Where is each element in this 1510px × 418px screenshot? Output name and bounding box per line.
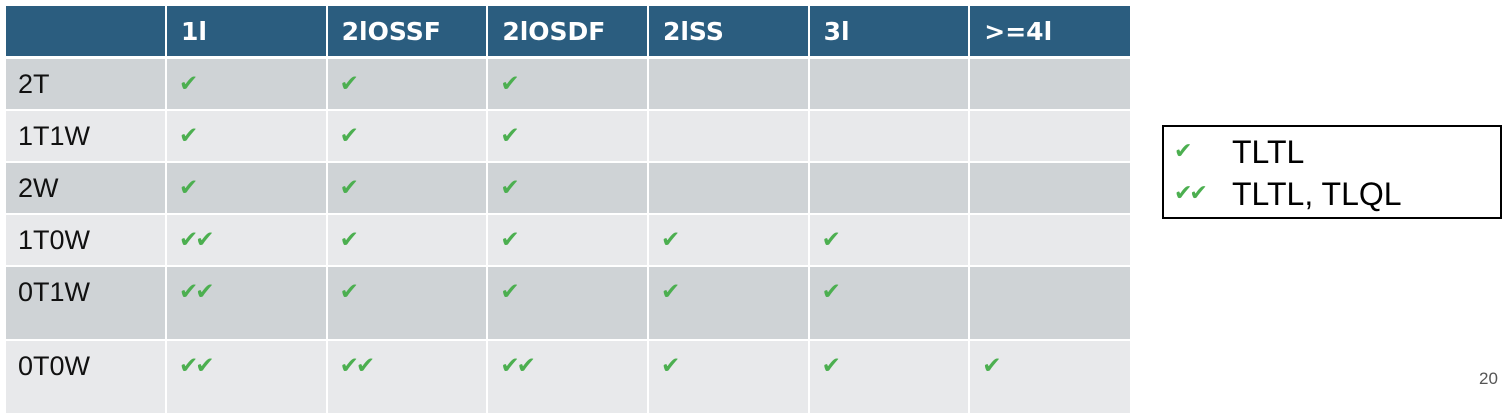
check-icon: ✔ [500,175,519,201]
double-check-icon: ✔✔ [1174,181,1208,206]
check-icon: ✔ [821,227,841,253]
check-icon: ✔ [500,71,519,97]
table-cell [647,110,810,163]
check-icon: ✔ [1174,139,1192,164]
table-row: 1T1W ✔ ✔ ✔ [6,110,1130,163]
page-number: 20 [1479,369,1498,388]
table-cell [808,162,971,215]
row-header-2w: 2W [6,162,167,215]
table-cell: ✔ [326,57,489,111]
table-cell: ✔ [808,340,971,415]
row-header-0t1w: 0T1W [6,266,167,341]
table-cell: ✔ [647,214,810,267]
row-header-1t0w: 1T0W [6,214,167,267]
table-cell: ✔ [487,266,649,341]
check-icon: ✔ [500,123,519,149]
column-header-4l-plus: >=4l [969,6,1130,59]
table-cell: ✔ [487,162,649,215]
check-icon: ✔ [660,353,680,379]
check-icon: ✔ [500,279,519,305]
double-check-icon: ✔✔ [339,353,376,379]
legend-item: ✔ TLTL [1174,131,1304,173]
table-cell: ✔ [326,266,489,341]
table-cell: ✔ [166,110,328,163]
column-header-2lss: 2lSS [647,6,810,59]
check-icon: ✔ [179,175,198,201]
table-cell [969,110,1130,163]
legend-label: TLTL, TLQL [1232,175,1402,212]
table-cell: ✔ [166,57,328,111]
table-cell: ✔ [487,57,649,111]
table-cell: ✔ [647,266,810,341]
check-icon: ✔ [500,227,519,253]
check-icon: ✔ [821,279,841,305]
check-icon: ✔ [821,353,841,379]
table-cell: ✔ [808,266,971,341]
column-header-1l: 1l [166,6,328,59]
table-cell [808,110,971,163]
check-icon: ✔ [982,353,1001,379]
check-icon: ✔ [339,279,359,305]
corner-header-cell [6,6,167,59]
column-header-2lossf: 2lOSSF [326,6,489,59]
table-row: 2T ✔ ✔ ✔ [6,57,1130,111]
table-cell [808,57,971,111]
legend-box: ✔ TLTL ✔✔ TLTL, TLQL [1162,125,1502,219]
check-icon: ✔ [179,123,198,149]
table-cell: ✔ [326,162,489,215]
table-row: 0T0W ✔✔ ✔✔ ✔✔ ✔ ✔ ✔ [6,340,1130,415]
table-cell [969,266,1130,341]
table-cell [647,57,810,111]
table-cell [647,162,810,215]
check-icon: ✔ [339,123,359,149]
check-icon: ✔ [660,279,680,305]
table-cell [969,162,1130,215]
double-check-icon: ✔✔ [500,353,536,379]
table-cell [969,57,1130,111]
table-cell: ✔ [969,340,1130,415]
column-header-3l: 3l [808,6,971,59]
check-icon: ✔ [660,227,680,253]
row-header-0t0w: 0T0W [6,340,167,415]
table-cell: ✔✔ [326,340,489,415]
table-cell: ✔ [326,214,489,267]
table-cell: ✔✔ [166,266,328,341]
check-icon: ✔ [179,71,198,97]
table-cell: ✔ [487,110,649,163]
legend-label: TLTL [1232,133,1305,170]
selection-table: 1l 2lOSSF 2lOSDF 2lSS 3l >=4l 2T ✔ ✔ ✔ 1… [6,6,1130,415]
table-cell: ✔ [487,214,649,267]
table-row: 0T1W ✔✔ ✔ ✔ ✔ ✔ [6,266,1130,341]
table-cell [969,214,1130,267]
table-cell: ✔✔ [487,340,649,415]
double-check-icon: ✔✔ [179,279,215,305]
double-check-icon: ✔✔ [179,353,215,379]
row-header-1t1w: 1T1W [6,110,167,163]
slide: 1l 2lOSSF 2lOSDF 2lSS 3l >=4l 2T ✔ ✔ ✔ 1… [0,0,1510,418]
check-icon: ✔ [339,71,359,97]
table-header-row: 1l 2lOSSF 2lOSDF 2lSS 3l >=4l [6,6,1130,59]
double-check-icon: ✔✔ [179,227,215,253]
table-cell: ✔✔ [166,340,328,415]
table-cell: ✔✔ [166,214,328,267]
row-header-2t: 2T [6,57,167,111]
column-header-2losdf: 2lOSDF [487,6,649,59]
table-cell: ✔ [647,340,810,415]
check-icon: ✔ [339,227,359,253]
table-cell: ✔ [326,110,489,163]
table-row: 2W ✔ ✔ ✔ [6,162,1130,215]
table-cell: ✔ [166,162,328,215]
table-row: 1T0W ✔✔ ✔ ✔ ✔ ✔ [6,214,1130,267]
check-icon: ✔ [339,175,359,201]
legend-item: ✔✔ TLTL, TLQL [1174,173,1402,215]
table-cell: ✔ [808,214,971,267]
